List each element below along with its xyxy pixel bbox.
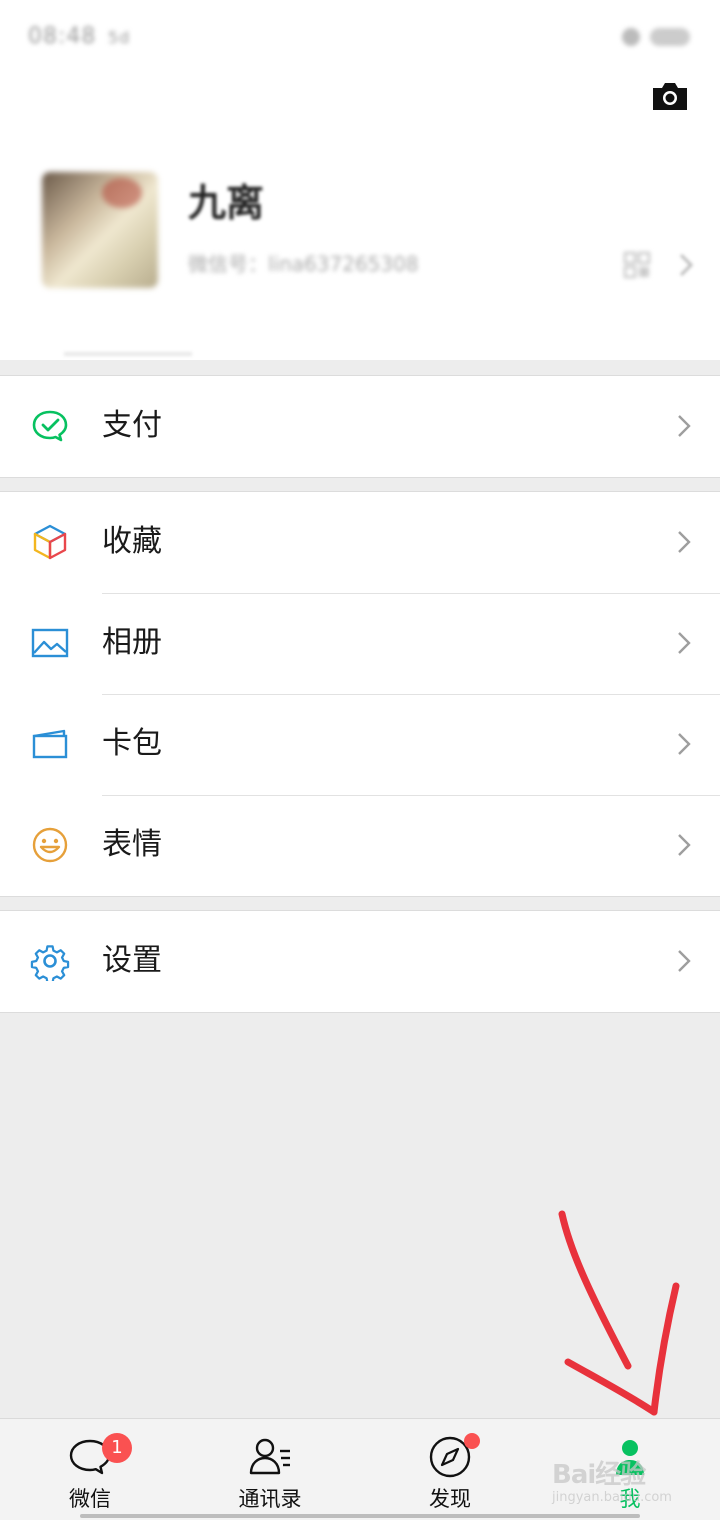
qr-code-icon[interactable]: [624, 252, 650, 278]
watermark-logo: Bai经验 jingyan.baidu.com: [552, 1452, 712, 1508]
menu-group-main: 收藏 相册 卡包 表情: [0, 491, 720, 897]
chevron-right-icon: [676, 831, 692, 859]
status-signal: 5d: [108, 28, 131, 47]
divider: [64, 352, 192, 356]
menu-item-label: 表情: [102, 827, 162, 862]
home-indicator: [80, 1514, 640, 1518]
profile-header[interactable]: 九离 微信号：lina637265308: [0, 76, 720, 360]
gear-icon: [30, 941, 70, 984]
annotation-arrow: [540, 1200, 710, 1430]
menu-group-settings: 设置: [0, 910, 720, 1013]
menu-item-label: 相册: [102, 625, 162, 660]
status-indicators: [622, 26, 692, 48]
unread-badge: 1: [102, 1433, 132, 1463]
chevron-right-icon: [676, 947, 692, 975]
menu-item-label: 设置: [102, 943, 162, 978]
menu-item-label: 支付: [102, 408, 162, 443]
tab-label: 发现: [429, 1487, 471, 1511]
watermark-url: jingyan.baidu.com: [552, 1490, 672, 1505]
contacts-icon: [248, 1435, 292, 1479]
chevron-right-icon: [676, 730, 692, 758]
camera-icon[interactable]: [650, 80, 690, 112]
status-time: 08:48: [28, 24, 97, 49]
card-wallet-icon: [30, 724, 70, 764]
menu-item-settings[interactable]: 设置: [0, 911, 720, 1012]
status-bar: 08:48 5d: [0, 0, 720, 76]
tab-contacts[interactable]: 通讯录: [180, 1419, 360, 1520]
menu-item-pay[interactable]: 支付: [0, 376, 720, 477]
menu-item-label: 收藏: [102, 524, 162, 559]
menu-item-cards[interactable]: 卡包: [0, 694, 720, 795]
tab-label: 微信: [69, 1487, 111, 1511]
chevron-right-icon: [676, 252, 696, 278]
favorites-icon: [30, 522, 70, 562]
chevron-right-icon: [676, 629, 692, 657]
tab-label: 通讯录: [238, 1487, 302, 1511]
watermark-text: Bai经验: [552, 1460, 646, 1490]
menu-item-stickers[interactable]: 表情: [0, 795, 720, 896]
tab-chats[interactable]: 1 微信: [0, 1419, 180, 1520]
avatar[interactable]: [42, 172, 158, 288]
pay-icon: [30, 406, 70, 446]
album-icon: [30, 623, 70, 663]
smiley-icon: [30, 825, 70, 865]
notification-dot: [464, 1433, 480, 1449]
profile-wechat-id: 微信号：lina637265308: [188, 252, 419, 276]
menu-group-pay: 支付: [0, 375, 720, 478]
wifi-icon: [622, 28, 640, 46]
menu-item-favorites[interactable]: 收藏: [0, 492, 720, 593]
profile-nickname: 九离: [188, 181, 265, 225]
tab-discover[interactable]: 发现: [360, 1419, 540, 1520]
chevron-right-icon: [676, 412, 692, 440]
menu-item-label: 卡包: [102, 726, 162, 761]
chevron-right-icon: [676, 528, 692, 556]
battery-icon: [650, 28, 690, 46]
menu-item-album[interactable]: 相册: [0, 593, 720, 694]
